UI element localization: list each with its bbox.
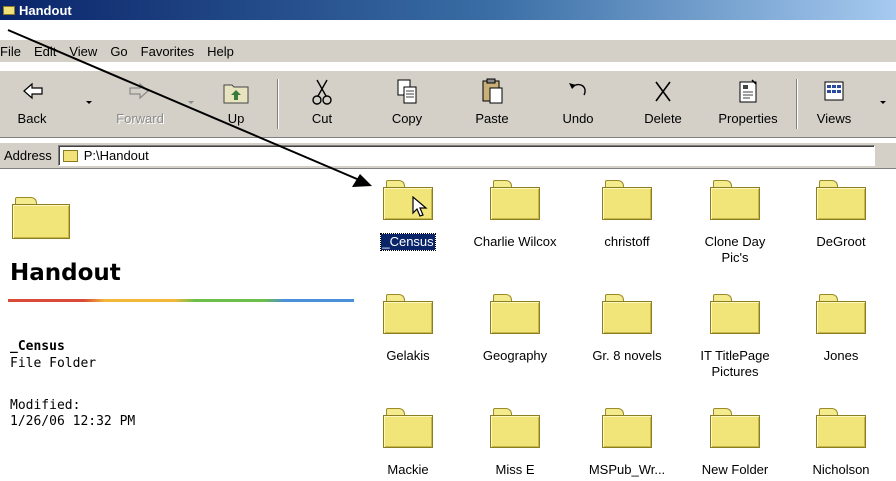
address-value: P:\Handout xyxy=(83,148,149,163)
modified-value: 1/26/06 12:32 PM xyxy=(10,414,136,429)
folder-item[interactable]: Clone Day Pic's xyxy=(680,180,790,266)
folder-icon xyxy=(490,408,540,448)
folder-icon xyxy=(816,408,866,448)
folder-icon xyxy=(12,197,70,239)
folder-item[interactable]: DeGroot xyxy=(786,180,896,250)
copy-icon xyxy=(391,77,423,107)
up-folder-icon xyxy=(220,77,252,107)
title-bar: Handout xyxy=(0,0,896,20)
views-icon xyxy=(818,77,850,107)
folder-icon xyxy=(602,294,652,334)
menu-edit[interactable]: Edit xyxy=(34,44,56,59)
folder-icon xyxy=(383,294,433,334)
paste-button[interactable]: Paste xyxy=(462,77,522,133)
folder-item[interactable]: Gelakis xyxy=(353,294,463,364)
modified-label: Modified: xyxy=(10,398,81,413)
address-label: Address xyxy=(4,148,52,163)
folder-item[interactable]: New Folder xyxy=(680,408,790,478)
folder-icon xyxy=(490,294,540,334)
folder-icon xyxy=(816,180,866,220)
delete-x-icon xyxy=(647,77,679,107)
delete-button[interactable]: Delete xyxy=(633,77,693,133)
folder-icon xyxy=(816,294,866,334)
toolbar: Back Forward Up Cut Copy Paste Undo Dele… xyxy=(0,70,896,138)
folder-icon xyxy=(710,294,760,334)
undo-button[interactable]: Undo xyxy=(548,77,608,133)
cut-button[interactable]: Cut xyxy=(292,77,352,133)
folder-item[interactable]: Geography xyxy=(460,294,570,364)
views-button[interactable]: Views xyxy=(804,77,864,133)
folder-icon xyxy=(490,180,540,220)
address-field[interactable]: P:\Handout xyxy=(57,145,875,166)
menu-favorites[interactable]: Favorites xyxy=(141,44,194,59)
folder-view: _Census Charlie Wilcox christoff Clone D… xyxy=(360,172,896,481)
divider xyxy=(8,299,354,302)
folder-item[interactable]: Jones xyxy=(786,294,896,364)
toolbar-separator xyxy=(796,79,798,129)
folder-item[interactable]: MSPub_Wr... xyxy=(572,408,682,478)
copy-button[interactable]: Copy xyxy=(377,77,437,133)
folder-icon xyxy=(710,408,760,448)
menu-file[interactable]: File xyxy=(0,44,21,59)
folder-item[interactable]: Charlie Wilcox xyxy=(460,180,570,250)
toolbar-separator xyxy=(277,79,279,129)
folder-icon xyxy=(383,408,433,448)
folder-icon xyxy=(602,180,652,220)
forward-button[interactable]: Forward xyxy=(110,77,170,133)
pane-title: Handout xyxy=(10,260,121,286)
selected-item-type: File Folder xyxy=(10,356,97,371)
paste-clipboard-icon xyxy=(476,77,508,107)
folder-item[interactable]: Miss E xyxy=(460,408,570,478)
folder-icon xyxy=(383,180,433,220)
menu-help[interactable]: Help xyxy=(207,44,234,59)
back-dropdown-icon[interactable] xyxy=(86,99,94,107)
forward-arrow-icon xyxy=(124,77,156,107)
menu-bar: File Edit View Go Favorites Help xyxy=(0,40,896,62)
folder-item[interactable]: _Census xyxy=(353,180,463,251)
menu-view[interactable]: View xyxy=(69,44,97,59)
mouse-cursor-icon xyxy=(412,196,428,217)
selected-item-name: _Census xyxy=(10,339,65,354)
folder-icon xyxy=(3,4,15,16)
back-button[interactable]: Back xyxy=(2,77,62,133)
folder-icon xyxy=(62,149,78,162)
views-dropdown-icon[interactable] xyxy=(880,99,888,107)
folder-item[interactable]: IT TitlePage Pictures xyxy=(680,294,790,380)
up-button[interactable]: Up xyxy=(206,77,266,133)
folder-icon xyxy=(602,408,652,448)
folder-item[interactable]: Gr. 8 novels xyxy=(572,294,682,364)
forward-dropdown-icon[interactable] xyxy=(188,99,196,107)
back-arrow-icon xyxy=(16,77,48,107)
window-title: Handout xyxy=(19,2,72,18)
undo-icon xyxy=(562,77,594,107)
address-bar: Address P:\Handout xyxy=(0,143,896,169)
folder-info-pane: Handout _Census File Folder Modified: 1/… xyxy=(0,172,360,481)
folder-item[interactable]: Nicholson xyxy=(786,408,896,478)
properties-button[interactable]: Properties xyxy=(710,77,786,133)
properties-icon xyxy=(732,77,764,107)
scissors-icon xyxy=(306,77,338,107)
folder-icon xyxy=(710,180,760,220)
menu-go[interactable]: Go xyxy=(110,44,127,59)
folder-item[interactable]: christoff xyxy=(572,180,682,250)
folder-item[interactable]: Mackie xyxy=(353,408,463,478)
